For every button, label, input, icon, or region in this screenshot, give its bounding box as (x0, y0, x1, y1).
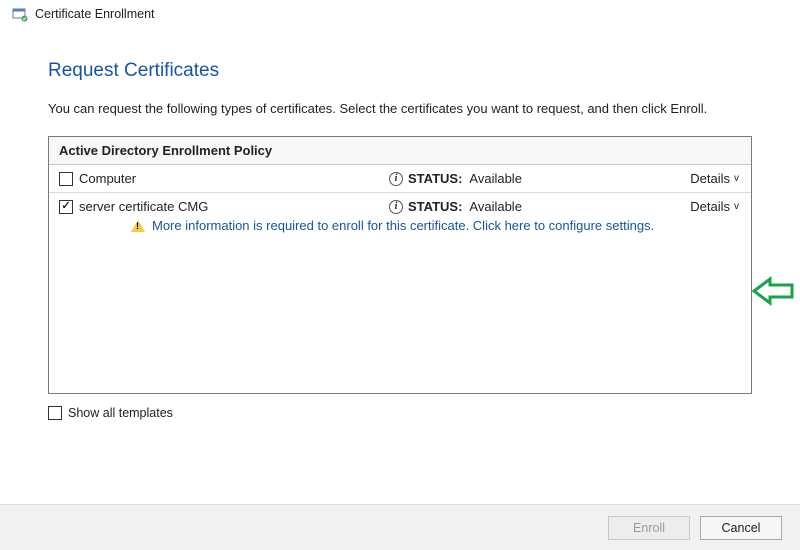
cert-row-server-cmg: server certificate CMG i STATUS: Availab… (49, 193, 751, 241)
footer: Enroll Cancel (0, 504, 800, 550)
enroll-button: Enroll (608, 516, 690, 540)
intro-text: You can request the following types of c… (48, 100, 752, 118)
warning-icon (131, 220, 145, 232)
status-label: STATUS: (408, 171, 462, 186)
annotation-arrow-icon (752, 275, 796, 310)
cert-checkbox-server-cmg[interactable] (59, 200, 73, 214)
cert-row-top: server certificate CMG i STATUS: Availab… (59, 199, 739, 214)
chevron-down-icon: v (734, 201, 739, 212)
cert-name-wrap: Computer (59, 171, 389, 186)
status-wrap: i STATUS: Available (389, 199, 690, 214)
content-area: Request Certificates You can request the… (0, 60, 800, 420)
cert-checkbox-computer[interactable] (59, 172, 73, 186)
chevron-down-icon: v (734, 173, 739, 184)
info-icon: i (389, 172, 403, 186)
cert-row-computer: Computer i STATUS: Available Details v (49, 165, 751, 193)
cert-row-top: Computer i STATUS: Available Details v (59, 171, 739, 186)
policy-header: Active Directory Enrollment Policy (49, 137, 751, 165)
show-all-wrap: Show all templates (48, 406, 752, 420)
status-label: STATUS: (408, 199, 462, 214)
cert-name: server certificate CMG (79, 199, 208, 214)
details-label: Details (690, 171, 730, 186)
cancel-button[interactable]: Cancel (700, 516, 782, 540)
info-icon: i (389, 200, 403, 214)
policy-box: Active Directory Enrollment Policy Compu… (48, 136, 752, 394)
status-value: Available (469, 171, 522, 186)
titlebar: Certificate Enrollment (0, 0, 800, 30)
status-value: Available (469, 199, 522, 214)
show-all-checkbox[interactable] (48, 406, 62, 420)
details-label: Details (690, 199, 730, 214)
configure-settings-link[interactable]: More information is required to enroll f… (152, 218, 654, 233)
cert-name: Computer (79, 171, 136, 186)
details-toggle-computer[interactable]: Details v (690, 171, 739, 186)
window-title: Certificate Enrollment (35, 7, 155, 21)
status-wrap: i STATUS: Available (389, 171, 690, 186)
details-toggle-server-cmg[interactable]: Details v (690, 199, 739, 214)
cert-name-wrap: server certificate CMG (59, 199, 389, 214)
show-all-label: Show all templates (68, 406, 173, 420)
certificate-enrollment-icon (12, 6, 28, 22)
warning-row: More information is required to enroll f… (59, 214, 739, 235)
page-title: Request Certificates (48, 60, 752, 82)
